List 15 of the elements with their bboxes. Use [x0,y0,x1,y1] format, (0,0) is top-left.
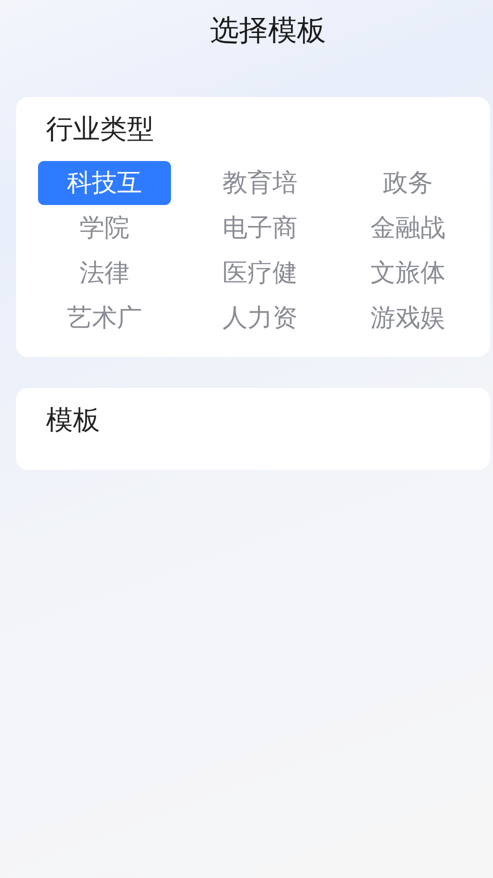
category-chip[interactable]: 电子商 [194,206,326,250]
category-chip[interactable]: 人力资 [194,296,326,340]
category-chip[interactable]: 游戏娱 [342,296,474,340]
page-title: 选择模板 [210,12,326,49]
category-chip[interactable]: 学院 [38,206,171,250]
category-chip[interactable]: 科技互 [38,161,171,205]
category-chip[interactable]: 文旅体 [342,251,474,295]
category-chip[interactable]: 法律 [38,251,171,295]
category-chip[interactable]: 教育培 [194,161,326,205]
category-chip[interactable]: 艺术广 [38,296,171,340]
category-chip[interactable]: 医疗健 [194,251,326,295]
section-title: 模板 [46,404,100,438]
category-chip[interactable]: 政务 [342,161,474,205]
category-chip[interactable]: 金融战 [342,206,474,250]
section-title: 行业类型 [46,113,154,147]
